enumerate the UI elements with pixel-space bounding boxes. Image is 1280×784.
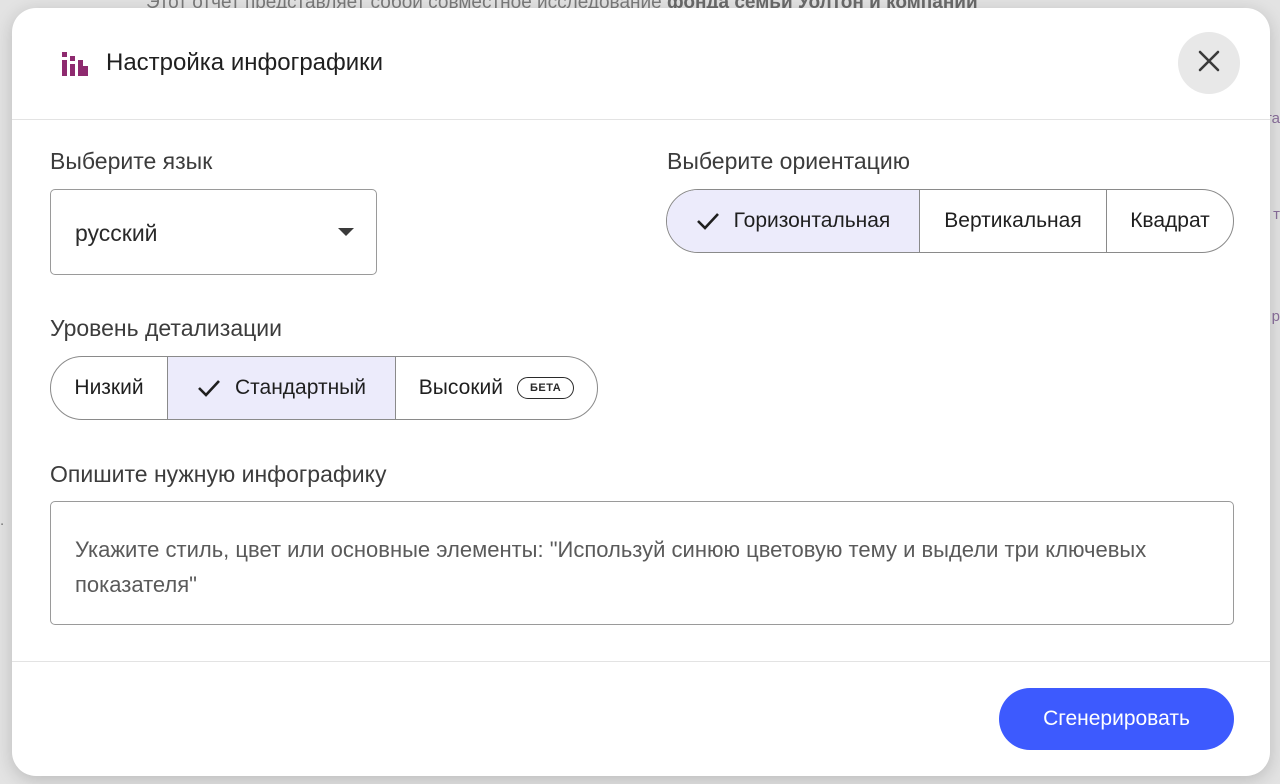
orientation-option-label: Квадрат xyxy=(1130,209,1210,232)
detail-option-label: Стандартный xyxy=(234,376,366,399)
orientation-option-horizontal[interactable]: Горизонтальная xyxy=(667,190,920,252)
dialog-header: Настройка инфографики xyxy=(12,8,1270,120)
language-select-value: русский xyxy=(75,220,158,246)
background-edge-text: т xyxy=(1273,206,1280,223)
orientation-option-label: Горизонтальная xyxy=(733,209,891,232)
language-label: Выберите язык xyxy=(50,148,213,174)
orientation-option-label: Вертикальная xyxy=(944,209,1082,232)
detail-option-label: Высокий xyxy=(418,376,503,399)
detail-option-standard[interactable]: Стандартный xyxy=(168,357,396,419)
beta-badge: БЕТА xyxy=(516,377,575,399)
close-button[interactable] xyxy=(1178,32,1240,94)
infographic-settings-dialog: Настройка инфографики Выберите язык русс… xyxy=(12,8,1270,776)
description-textarea[interactable]: Укажите стиль, цвет или основные элемент… xyxy=(50,501,1234,625)
orientation-option-square[interactable]: Квадрат xyxy=(1107,190,1233,252)
checkmark-icon xyxy=(197,378,221,398)
checkmark-icon xyxy=(696,211,720,231)
chevron-down-icon xyxy=(338,228,354,236)
detail-option-high[interactable]: Высокий БЕТА xyxy=(396,357,597,419)
detail-level-label: Уровень детализации xyxy=(50,315,282,341)
detail-level-segmented-control: Низкий Стандартный Высокий БЕТА xyxy=(50,356,598,420)
orientation-label: Выберите ориентацию xyxy=(667,148,910,174)
orientation-option-vertical[interactable]: Вертикальная xyxy=(920,190,1107,252)
description-placeholder: Укажите стиль, цвет или основные элемент… xyxy=(75,537,1147,597)
dialog-title: Настройка инфографики xyxy=(106,49,384,76)
orientation-segmented-control: Горизонтальная Вертикальная Квадрат xyxy=(666,189,1234,253)
close-icon xyxy=(1197,49,1221,78)
detail-option-label: Низкий xyxy=(74,376,144,399)
background-edge-text: р xyxy=(1271,308,1280,325)
footer-divider xyxy=(12,661,1270,662)
infographic-bars-icon xyxy=(62,52,88,76)
background-edge-text: . xyxy=(0,512,5,529)
detail-option-low[interactable]: Низкий xyxy=(51,357,168,419)
language-select[interactable]: русский xyxy=(50,189,377,275)
generate-button[interactable]: Сгенерировать xyxy=(999,688,1234,750)
description-label: Опишите нужную инфографику xyxy=(50,461,387,487)
